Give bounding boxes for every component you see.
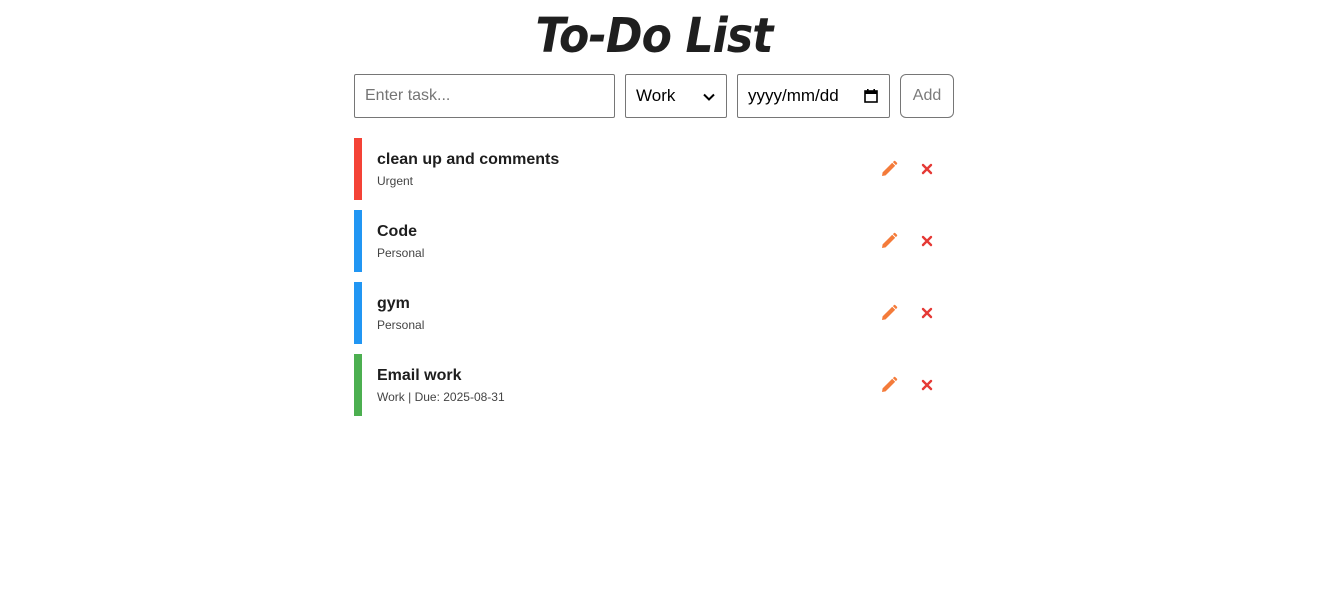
task-text: gym Personal [377,294,424,333]
close-icon [921,307,933,319]
task-meta: Personal [377,318,425,332]
priority-color-bar [354,138,362,200]
date-placeholder: yyyy/mm/dd [748,86,839,105]
task-item: clean up and comments Urgent [354,138,954,200]
edit-button[interactable] [878,158,900,180]
edit-button[interactable] [878,374,900,396]
chevron-down-icon [702,89,716,103]
pencil-icon [882,232,898,248]
task-text: clean up and comments Urgent [377,150,559,189]
priority-color-bar [354,354,362,416]
priority-color-bar [354,210,362,272]
close-icon [921,235,933,247]
task-meta: Urgent [377,174,414,188]
task-title: Code [377,223,417,240]
task-title: clean up and comments [377,151,560,168]
task-title: Email work [377,367,462,384]
delete-button[interactable] [916,158,938,180]
edit-button[interactable] [878,302,900,324]
delete-button[interactable] [916,230,938,252]
delete-button[interactable] [916,374,938,396]
task-item: gym Personal [354,282,954,344]
edit-button[interactable] [878,230,900,252]
task-title: gym [377,295,410,312]
task-item: Code Personal [354,210,954,272]
task-text: Email work Work | Due: 2025-08-31 [377,366,505,405]
close-icon [921,163,933,175]
pencil-icon [882,160,898,176]
calendar-icon[interactable] [863,88,879,104]
category-selected-value: Work [636,86,676,105]
task-meta: Personal [377,246,425,260]
pencil-icon [882,376,898,392]
add-button[interactable]: Add [900,74,954,118]
page-title: To-Do List [535,8,774,64]
add-task-form: Work yyyy/mm/dd Add [354,74,954,118]
category-select[interactable]: Work [625,74,727,118]
priority-color-bar [354,282,362,344]
close-icon [921,379,933,391]
task-text: Code Personal [377,222,424,261]
delete-button[interactable] [916,302,938,324]
task-input[interactable] [354,74,615,118]
task-meta: Work | Due: 2025-08-31 [377,390,505,404]
pencil-icon [882,304,898,320]
due-date-input[interactable]: yyyy/mm/dd [737,74,890,118]
task-list: clean up and comments Urgent Code Personal g… [354,138,954,426]
task-item: Email work Work | Due: 2025-08-31 [354,354,954,416]
